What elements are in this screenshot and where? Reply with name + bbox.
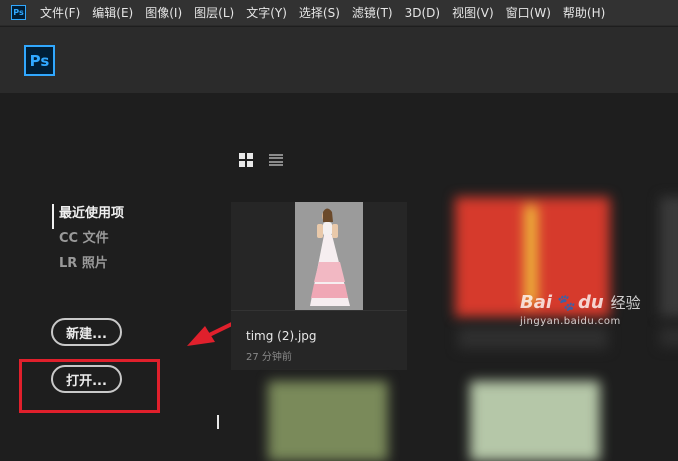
new-button[interactable]: 新建... [51,318,122,346]
recent-file-time: 27 分钟前 [246,352,292,363]
watermark-logo: Bai [520,292,553,313]
watermark-url: jingyan.baidu.com [520,316,621,327]
photoshop-logo: Ps [24,45,55,76]
baidu-jingyan-watermark: Bai 🐾 du 经验 jingyan.baidu.com [520,292,670,352]
menu-file[interactable]: 文件(F) [40,4,80,21]
file-thumbnail [295,202,363,310]
blurred-thumbnail[interactable] [268,381,388,461]
menu-edit[interactable]: 编辑(E) [92,4,133,21]
sidebar-item-lr-photos[interactable]: LR 照片 [52,254,124,279]
menu-type[interactable]: 文字(Y) [246,4,287,21]
menu-filter[interactable]: 滤镜(T) [352,4,393,21]
sidebar-item-recent[interactable]: 最近使用项 [52,204,124,229]
card-divider [231,310,407,311]
menu-select[interactable]: 选择(S) [299,4,340,21]
menu-window[interactable]: 窗口(W) [506,4,551,21]
annotation-highlight-box [19,359,160,413]
menu-image[interactable]: 图像(I) [145,4,182,21]
menu-help[interactable]: 帮助(H) [563,4,605,21]
text-cursor-icon [217,415,219,429]
menu-3d[interactable]: 3D(D) [405,6,440,20]
watermark-logo-suffix: du [577,292,604,313]
menu-bar: Ps 文件(F) 编辑(E) 图像(I) 图层(L) 文字(Y) 选择(S) 滤… [0,0,678,26]
paw-icon: 🐾 [555,293,575,312]
list-view-icon[interactable] [269,153,283,167]
grid-view-icon[interactable] [239,153,253,167]
blurred-thumbnail[interactable] [470,381,600,461]
photoshop-app-icon[interactable]: Ps [11,5,26,20]
start-header: Ps [0,27,678,93]
sidebar: 最近使用项 CC 文件 LR 照片 [52,204,124,279]
recent-file-card[interactable]: timg (2).jpg 27 分钟前 [231,202,407,370]
watermark-cn: 经验 [610,294,641,312]
recent-file-name: timg (2).jpg [246,329,317,343]
menu-view[interactable]: 视图(V) [452,4,494,21]
sidebar-item-cc-files[interactable]: CC 文件 [52,229,124,254]
menu-layer[interactable]: 图层(L) [194,4,234,21]
view-toggle [239,153,283,167]
start-workspace: 最近使用项 CC 文件 LR 照片 新建... 打开... timg (2).j… [0,93,678,461]
